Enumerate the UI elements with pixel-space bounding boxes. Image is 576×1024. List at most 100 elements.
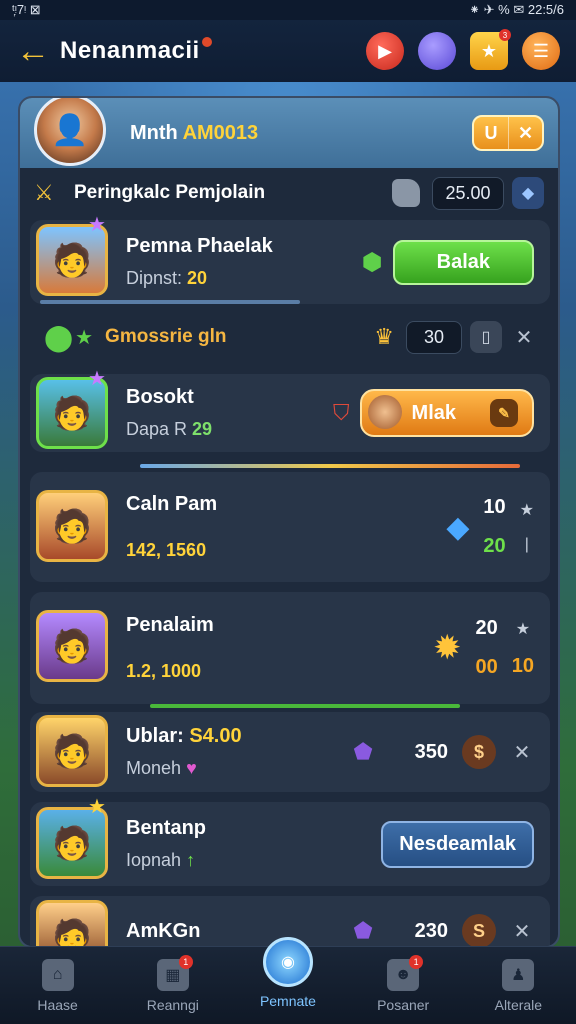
shield-button[interactable]: ◆: [512, 177, 544, 209]
player-sub: Iopnah ↑: [126, 850, 206, 871]
page-title: Nenanmacii: [60, 37, 212, 65]
player-sub: Moneh ♥: [126, 758, 242, 779]
close-icon[interactable]: ✕: [510, 919, 534, 944]
nav-item-center[interactable]: ◉ Pemnate: [238, 936, 338, 1009]
leaderboard-panel: 👤 Mnth AM0013 U ✕ ⚔ Peringkalc Pemjolain…: [18, 96, 560, 948]
profile-bar: 👤 Mnth AM0013 U ✕: [20, 98, 558, 168]
player-name: Bentanp: [126, 817, 206, 839]
arrow-up-icon: ↑: [186, 850, 196, 870]
player-name: Penalaim: [126, 614, 214, 636]
nesdeamlak-button[interactable]: Nesdeamlak: [381, 820, 534, 868]
stat-a: 10: [483, 496, 506, 518]
mini-avatar: [367, 395, 402, 429]
coin-icon[interactable]: S: [462, 914, 496, 946]
profile-name: Mnth AM0013: [130, 122, 258, 145]
nav-label: Posaner: [377, 996, 430, 1013]
list-item[interactable]: 🧑 Penalaim 1.2, 1000 ✹ 20 00 ★ 10: [30, 592, 550, 704]
back-arrow-icon[interactable]: ←: [16, 32, 60, 71]
player-sub-value: 29: [192, 419, 213, 439]
person-icon: ♟: [502, 958, 535, 991]
player-sub-value: 142, 1560: [126, 540, 207, 560]
player-name-highlight: S4.00: [189, 725, 242, 747]
star-icon: ★: [88, 796, 106, 818]
profile-avatar[interactable]: 👤: [34, 98, 106, 166]
star-icon: ★: [88, 368, 106, 390]
nav-item-person[interactable]: ♟ Alterale: [468, 958, 568, 1013]
ranking-label: Peringkalc Pemjolain: [74, 182, 266, 203]
square-button[interactable]: ▯: [470, 321, 502, 353]
ranking-header: ⚔ Peringkalc Pemjolain 25.00 ◆: [20, 168, 558, 218]
balak-button[interactable]: Balak: [392, 239, 534, 285]
player-avatar: 🧑: [36, 715, 108, 787]
menu-icon[interactable]: ☰: [522, 32, 560, 70]
player-name: Bosokt: [126, 386, 194, 408]
stat-b: 20: [483, 535, 506, 557]
player-sub-label: Iopnah: [126, 850, 182, 870]
list-item[interactable]: 🧑 Ublar: S4.00 Moneh ♥ ⬟ 350 $ ✕: [30, 712, 550, 792]
heart-icon: ♥: [186, 758, 197, 778]
gem-cluster-icon: ◆: [446, 510, 470, 544]
center-orb-icon: ◉: [262, 936, 313, 987]
player-name: AmKGn: [126, 919, 201, 942]
star-badge-icon[interactable]: ★ 3: [470, 29, 511, 70]
mlak-button[interactable]: Mlak ✎: [359, 389, 534, 437]
play-icon[interactable]: ▶: [366, 32, 404, 70]
page-title-text: Nenanmacii: [60, 37, 200, 64]
profile-close-button[interactable]: ✕: [508, 117, 542, 149]
player-sub-value: 20: [187, 268, 208, 288]
nav-badge: 1: [409, 954, 424, 969]
nav-label: Alterale: [494, 996, 543, 1013]
player-avatar: 🧑: [36, 490, 108, 562]
progress-bar: [150, 704, 460, 708]
gold-badge-icon: ✹: [433, 629, 462, 667]
player-sub-label: Dapa R: [126, 419, 188, 439]
nav-item-calendar[interactable]: ▦ 1 Reanngi: [123, 954, 223, 1013]
nav-label: Haase: [37, 996, 78, 1013]
mlak-button-label: Mlak: [411, 401, 456, 424]
crown-icon: ♛: [374, 324, 394, 349]
player-sub: 142, 1560: [126, 540, 217, 561]
list-item[interactable]: ⬤ ★ Gmossrie gln ♛ 30 ▯ ✕: [30, 312, 550, 362]
progress-bar: [140, 464, 520, 468]
progress-bar: [40, 300, 300, 304]
player-avatar: 🧑: [36, 900, 108, 946]
swords-icon: ⚔: [34, 180, 54, 205]
list-item[interactable]: 🧑 Caln Pam 142, 1560 ◆ 10 20 ★ |: [30, 472, 550, 582]
player-avatar: 🧑: [36, 610, 108, 682]
purple-gem-icon: ⬟: [353, 918, 373, 943]
close-icon[interactable]: ✕: [510, 740, 534, 765]
star-badge-count: 3: [499, 29, 511, 41]
profile-name-prefix: Mnth: [130, 121, 183, 144]
star-icon: ★: [519, 502, 534, 519]
purple-gem-icon: ⬟: [353, 739, 373, 764]
list-item[interactable]: 🧑 ★ Bentanp Iopnah ↑ Nesdeamlak: [30, 796, 550, 886]
close-icon[interactable]: ✕: [512, 325, 536, 350]
list-item[interactable]: 🧑 ★ Bosokt Dapa R 29 ⛉ Mlak ✎: [30, 368, 550, 452]
green-gem-icon: ⬢: [361, 248, 383, 276]
player-name: Caln Pam: [126, 493, 218, 515]
stat-b: 00: [475, 656, 498, 678]
ranking-value: 25.00: [432, 176, 504, 210]
profile-buttons: U ✕: [472, 115, 544, 151]
rock-icon: [392, 179, 420, 207]
profile-u-button[interactable]: U: [474, 117, 508, 149]
coin-icon[interactable]: $: [462, 735, 496, 769]
stat-a: 20: [475, 617, 498, 639]
player-sub: Dapa R 29: [126, 419, 212, 440]
profile-name-highlight: AM0013: [182, 121, 259, 144]
nav-label: Pemnate: [259, 992, 316, 1009]
title-notification-dot: [201, 37, 212, 47]
green-star-icon: ★: [75, 326, 94, 349]
orb-icon[interactable]: [418, 32, 456, 70]
status-bar: ᵗ᷊ᵎ7ᵎ ⊠ ⁕ ✈ % ✉ 22:5/6: [0, 0, 576, 20]
player-sub-label: Dipnst:: [126, 268, 183, 288]
nav-item-mask[interactable]: ☻ 1 Posaner: [353, 954, 453, 1013]
item-label: Gmossrie gln: [105, 326, 227, 347]
nav-item-home[interactable]: ⌂ Haase: [8, 958, 108, 1013]
bottom-nav: ⌂ Haase ▦ 1 Reanngi ◉ Pemnate ☻ 1 Posane…: [0, 936, 576, 1024]
item-value: 350: [414, 740, 448, 763]
list-item[interactable]: 🧑 ★ Pemna Phaelak Dipnst: 20 ⬢ Balak: [30, 214, 550, 304]
nav-badge: 1: [178, 954, 193, 969]
bar-icon: |: [524, 536, 529, 553]
item-value: 230: [414, 919, 448, 942]
